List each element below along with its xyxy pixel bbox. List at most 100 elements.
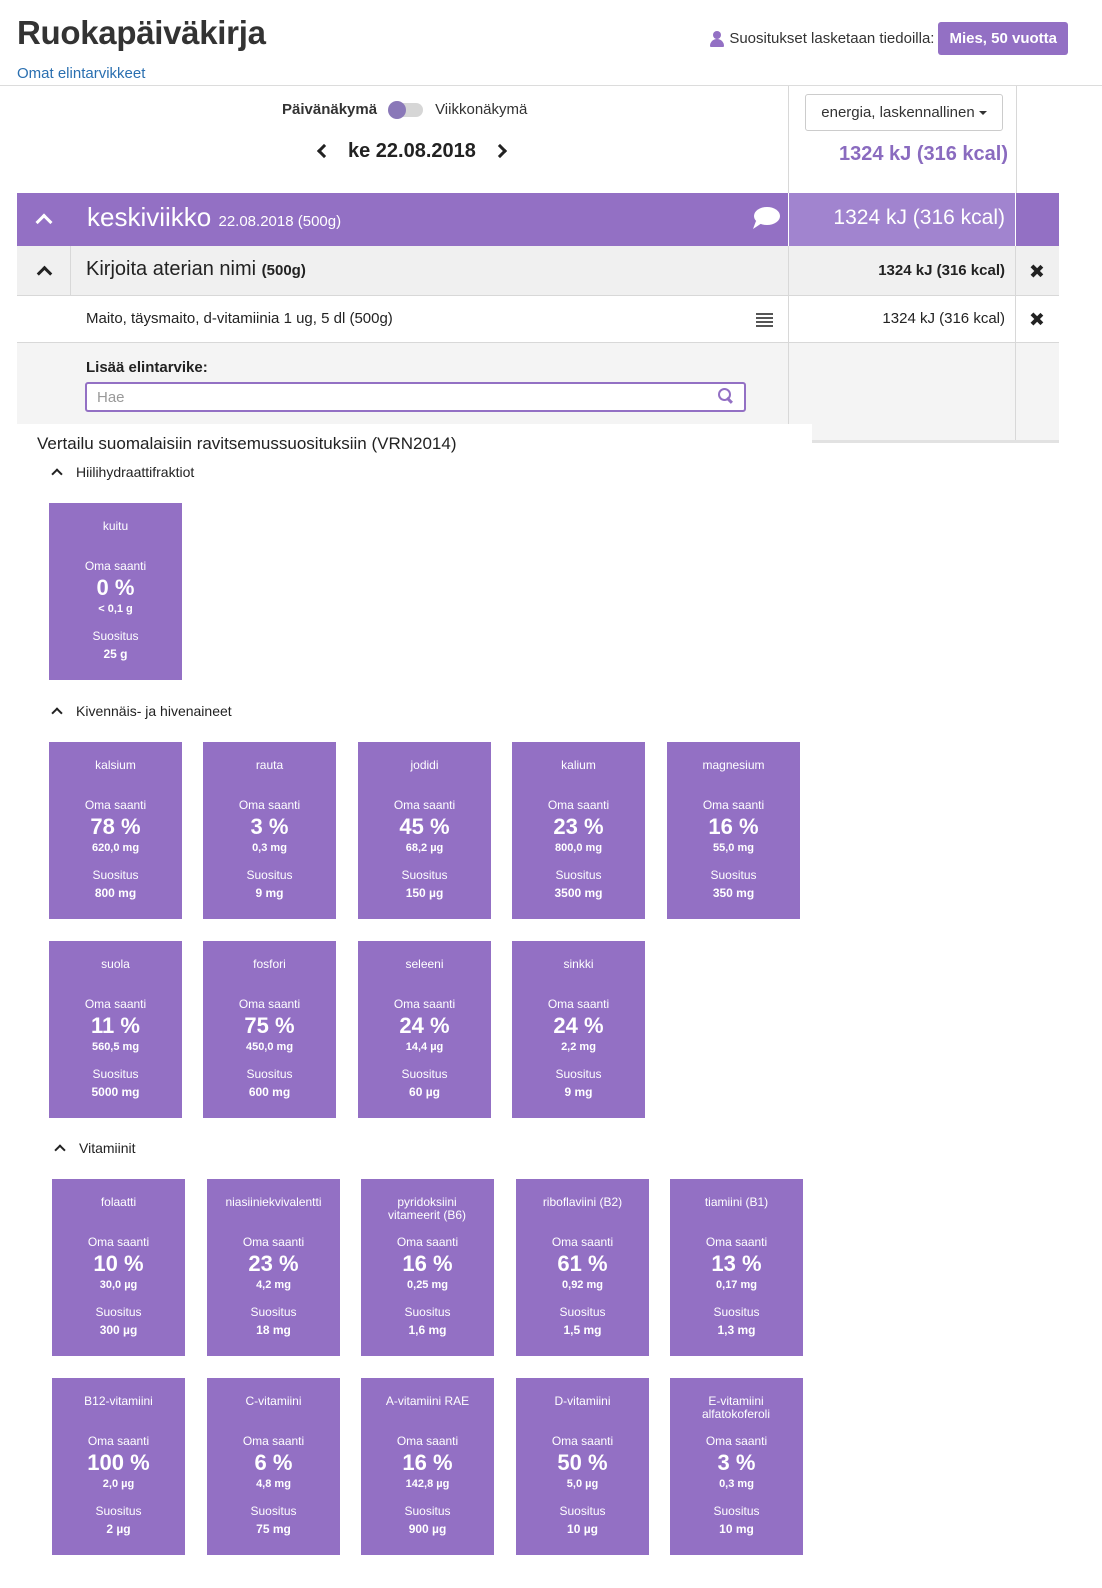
recommendation-value: 150 µg <box>405 886 444 900</box>
nutrient-card: fosfori Oma saanti 75 % 450,0 mg Suositu… <box>203 941 336 1118</box>
recommendation-value: 18 mg <box>256 1323 291 1337</box>
intake-amount: 2,0 µg <box>102 1478 135 1490</box>
section-toggle-carbohydrates[interactable]: Hiilihydraattifraktiot <box>49 464 194 480</box>
nutrient-card: kalium Oma saanti 23 % 800,0 mg Suositus… <box>512 742 645 919</box>
recommendation-value: 10 mg <box>719 1522 754 1536</box>
remove-meal-icon[interactable] <box>1031 265 1043 277</box>
comparison-panel: Vertailu suomalaisiin ravitsemussuosituk… <box>17 424 812 1588</box>
nutrient-card: niasiiniekvivalentti Oma saanti 23 % 4,2… <box>207 1179 340 1356</box>
own-intake-label: Oma saanti <box>547 798 610 812</box>
recommendation-value: 1,3 mg <box>717 1323 756 1337</box>
recommendation-value: 75 mg <box>256 1522 291 1536</box>
energy-select[interactable]: energia, laskennallinen <box>805 94 1003 131</box>
previous-day-button[interactable] <box>310 138 332 164</box>
intake-percent: 3 % <box>717 1450 756 1475</box>
section-title: Kivennäis- ja hivenaineet <box>76 703 232 719</box>
recommendation-value: 5000 mg <box>91 1085 140 1099</box>
intake-percent: 16 % <box>402 1251 453 1276</box>
recommendation-label: Suositus <box>92 629 139 643</box>
food-row: Maito, täysmaito, d-vitamiinia 1 ug, 5 d… <box>17 296 1059 343</box>
add-food-label: Lisää elintarvike: <box>86 359 208 376</box>
recommendation-info: Suositukset lasketaan tiedoilla: Mies, 5… <box>710 22 1068 55</box>
view-switch[interactable] <box>388 100 424 119</box>
profile-button[interactable]: Mies, 50 vuotta <box>938 22 1068 55</box>
search-icon[interactable] <box>718 388 734 404</box>
intake-percent: 6 % <box>254 1450 293 1475</box>
own-intake-label: Oma saanti <box>393 997 456 1011</box>
nutrient-card: tiamiini (B1) Oma saanti 13 % 0,17 mg Su… <box>670 1179 803 1356</box>
meal-title[interactable]: Kirjoita aterian nimi (500g) <box>86 258 306 281</box>
nutrient-card: seleeni Oma saanti 24 % 14,4 µg Suositus… <box>358 941 491 1118</box>
food-energy-cell: 1324 kJ (316 kcal) <box>788 296 1016 343</box>
nutrient-name: kalsium <box>95 758 136 772</box>
section-toggle-minerals[interactable]: Kivennäis- ja hivenaineet <box>49 703 232 719</box>
nutrient-name: D-vitamiini <box>554 1394 611 1408</box>
current-date: ke 22.08.2018 <box>348 139 476 162</box>
own-intake-label: Oma saanti <box>547 997 610 1011</box>
chevron-up-icon <box>35 213 53 231</box>
comparison-title: Vertailu suomalaisiin ravitsemussuosituk… <box>37 434 457 453</box>
nutrient-name: sinkki <box>563 957 594 971</box>
intake-amount: 4,8 mg <box>256 1478 291 1490</box>
recommendation-label: Suositus <box>559 1305 606 1319</box>
remove-food-icon[interactable] <box>1031 313 1043 325</box>
recommendation-label: Suositus <box>92 1067 139 1081</box>
recommendation-value: 1,6 mg <box>408 1323 447 1337</box>
recommendation-label: Suositus <box>401 1067 448 1081</box>
search-input[interactable] <box>97 387 697 407</box>
nutrient-card: E-vitamiini alfatokoferoli Oma saanti 3 … <box>670 1378 803 1555</box>
nutrient-name: suola <box>101 957 130 971</box>
intake-amount: 620,0 mg <box>91 842 140 854</box>
week-view-label[interactable]: Viikkonäkymä <box>435 101 527 118</box>
intake-percent: 10 % <box>93 1251 144 1276</box>
chevron-up-icon <box>51 707 63 719</box>
comment-icon[interactable] <box>752 206 780 230</box>
recommendation-label: Suositus <box>555 868 602 882</box>
meal-collapse-button[interactable] <box>17 246 71 296</box>
recommendation-label: Suositus <box>713 1504 760 1518</box>
intake-percent: 100 % <box>87 1450 150 1475</box>
day-row: keskiviikko 22.08.2018 (500g) 1324 kJ (3… <box>17 193 1059 246</box>
section-toggle-vitamins[interactable]: Vitamiinit <box>52 1140 136 1156</box>
nutrient-card: rauta Oma saanti 3 % 0,3 mg Suositus 9 m… <box>203 742 336 919</box>
chevron-up-icon <box>51 468 63 480</box>
day-view-label[interactable]: Päivänäkymä <box>282 101 377 118</box>
intake-percent: 50 % <box>557 1450 608 1475</box>
intake-amount: 450,0 mg <box>245 1041 294 1053</box>
intake-amount: 30,0 µg <box>99 1279 138 1291</box>
recommendation-label: Suositus <box>250 1305 297 1319</box>
menu-icon[interactable] <box>756 313 773 327</box>
meal-energy: 1324 kJ (316 kcal) <box>878 262 1005 279</box>
nutrient-name: folaatti <box>100 1195 137 1209</box>
recommendation-value: 9 mg <box>564 1085 593 1099</box>
next-day-button[interactable] <box>492 138 514 164</box>
nutrient-name: kalium <box>561 758 596 772</box>
intake-amount: 0,25 mg <box>407 1279 448 1291</box>
nutrient-card: A-vitamiini RAE Oma saanti 16 % 142,8 µg… <box>361 1378 494 1555</box>
intake-amount: 5,0 µg <box>566 1478 599 1490</box>
energy-select-label: energia, laskennallinen <box>821 104 975 121</box>
nutrient-card: jodidi Oma saanti 45 % 68,2 µg Suositus … <box>358 742 491 919</box>
intake-amount: 142,8 µg <box>405 1478 450 1490</box>
day-name: keskiviikko <box>87 202 212 232</box>
day-collapse-button[interactable] <box>35 210 53 231</box>
intake-amount: 560,5 mg <box>91 1041 140 1053</box>
intake-percent: 78 % <box>90 814 141 839</box>
intake-percent: 61 % <box>557 1251 608 1276</box>
recommendation-label: Suositus <box>710 868 757 882</box>
energy-total: 1324 kJ (316 kcal) <box>838 143 1008 165</box>
recommendation-label: Suositus <box>246 1067 293 1081</box>
own-intake-label: Oma saanti <box>396 1235 459 1249</box>
own-foods-link[interactable]: Omat elintarvikkeet <box>17 65 145 82</box>
nutrient-name: C-vitamiini <box>245 1394 302 1408</box>
day-energy: 1324 kJ (316 kcal) <box>833 206 1005 229</box>
recommendation-value: 3500 mg <box>554 886 603 900</box>
recommendation-value: 25 g <box>103 647 128 661</box>
recommendation-label: Suositus <box>95 1504 142 1518</box>
intake-percent: 75 % <box>244 1013 295 1038</box>
own-intake-label: Oma saanti <box>87 1235 150 1249</box>
chevron-right-icon <box>492 143 507 159</box>
intake-percent: 11 % <box>91 1013 140 1038</box>
intake-percent: 13 % <box>711 1251 762 1276</box>
nutrient-name: jodidi <box>410 758 439 772</box>
